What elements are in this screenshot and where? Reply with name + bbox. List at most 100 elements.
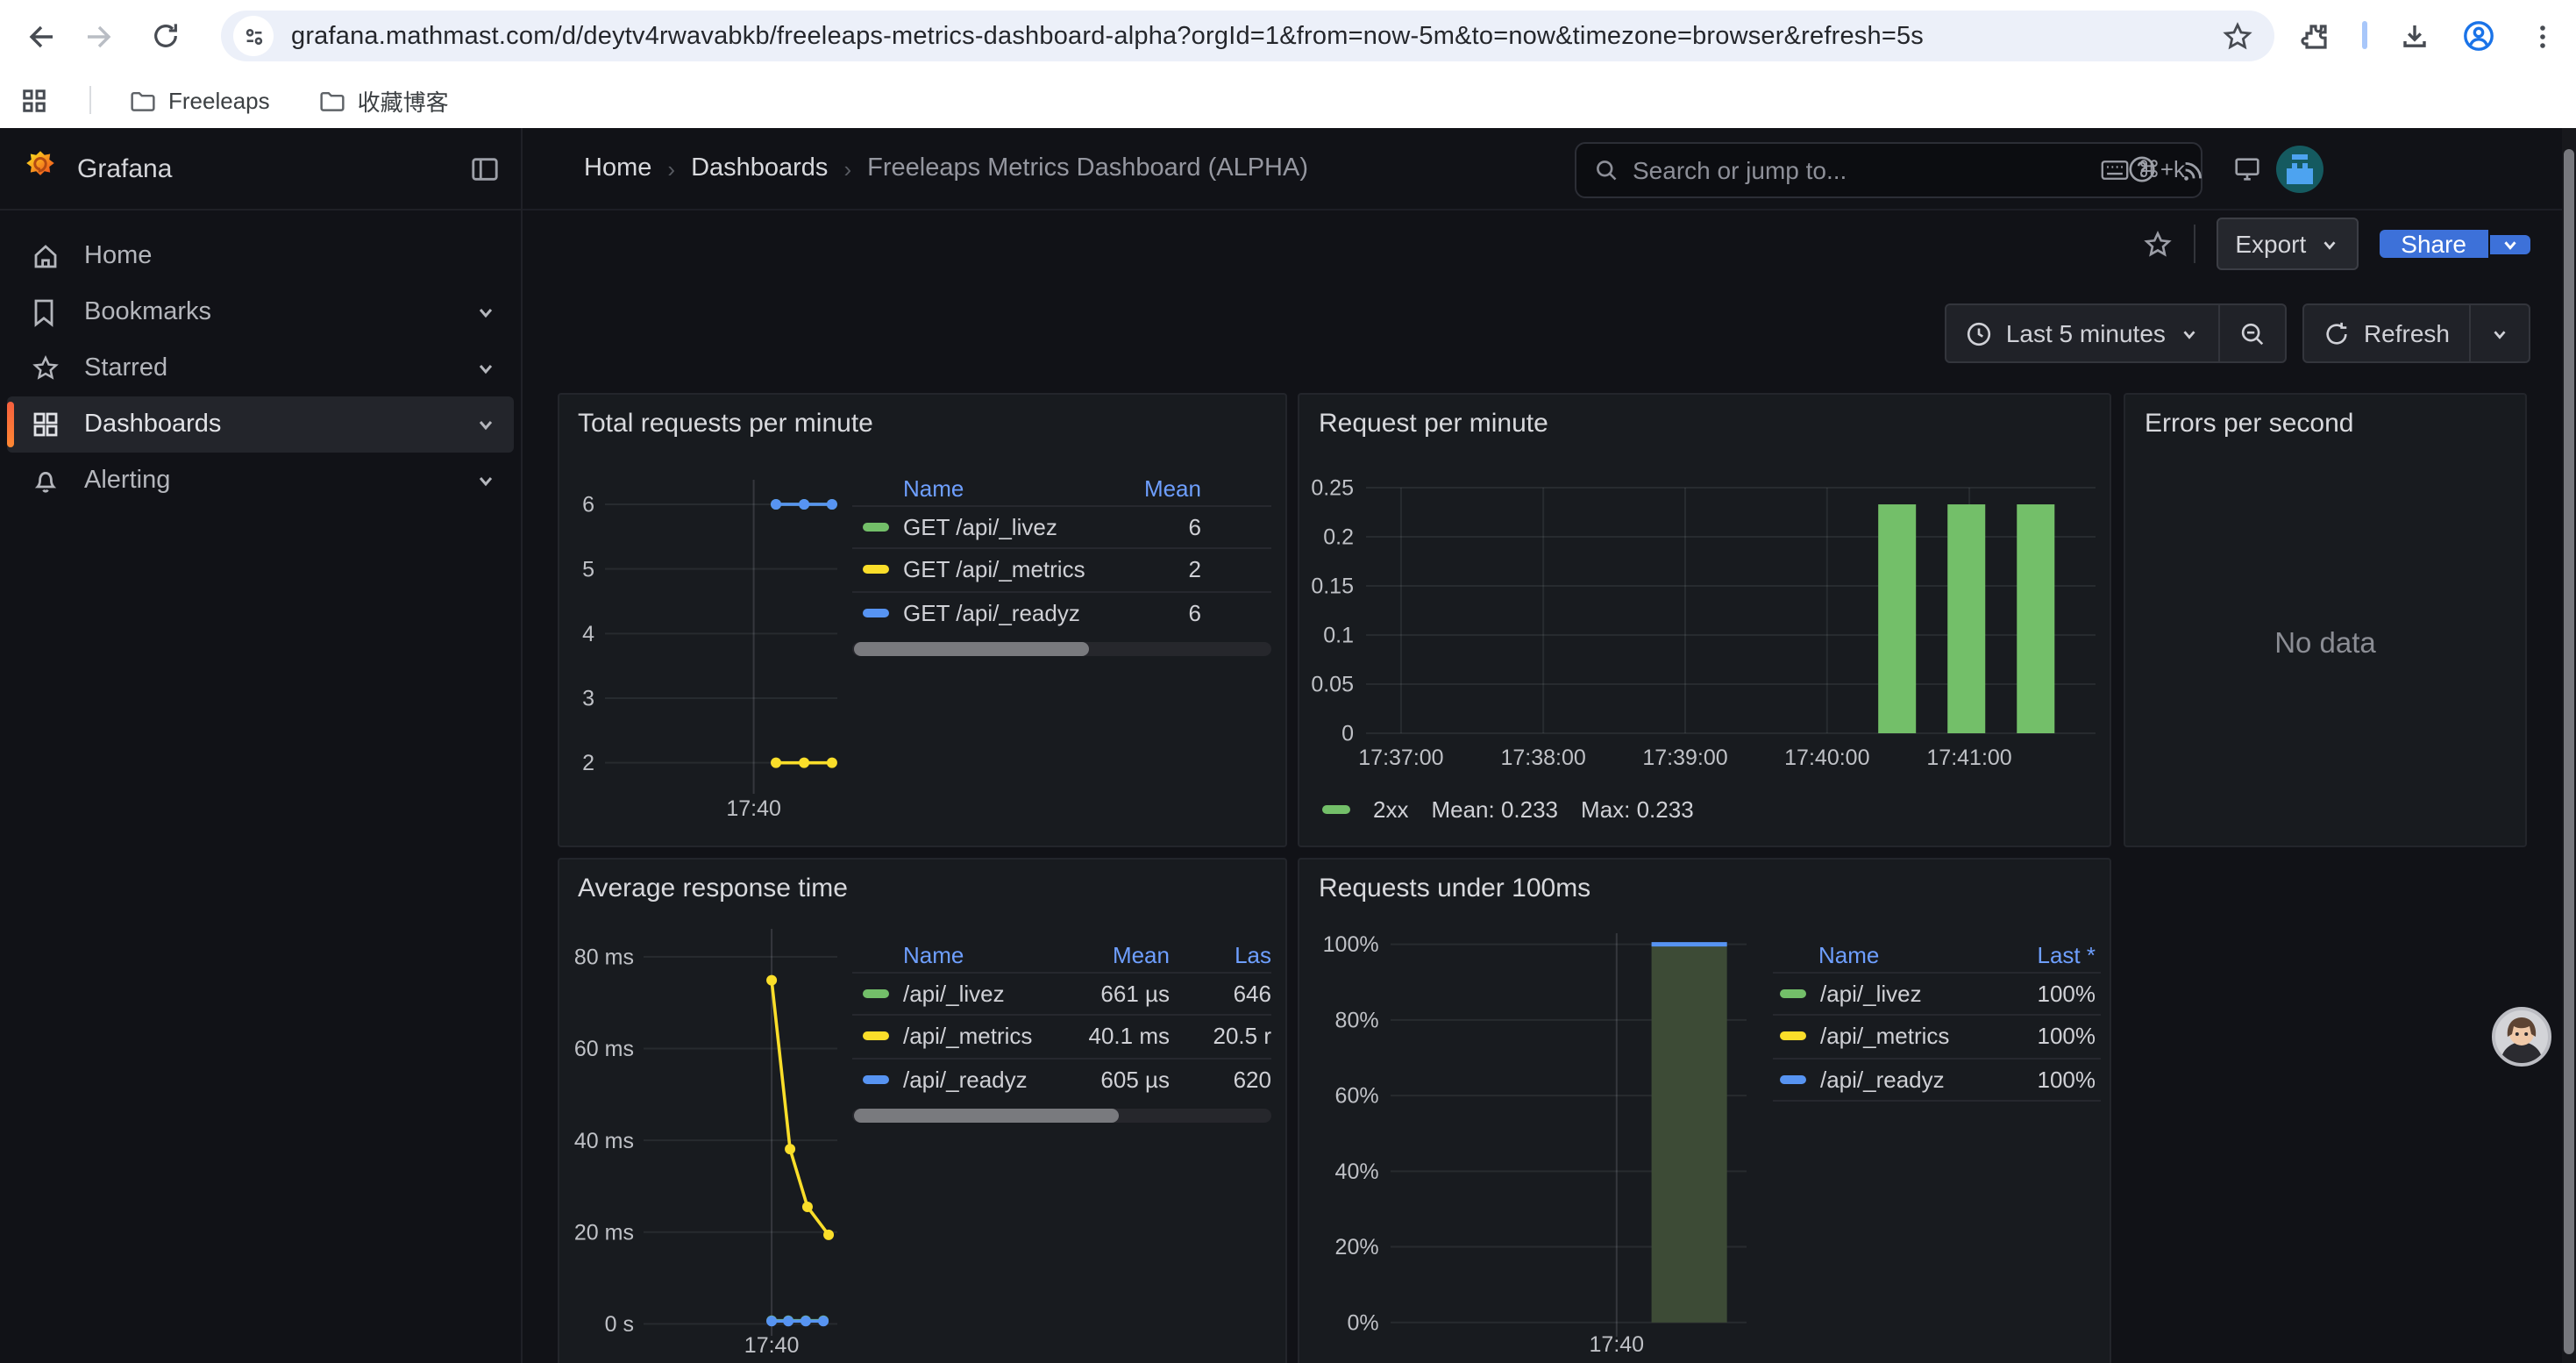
sidebar-item-dashboards[interactable]: Dashboards: [7, 396, 514, 453]
refresh-button[interactable]: Refresh: [2304, 319, 2469, 347]
app-header: Home › Dashboards › Freeleaps Metrics Da…: [523, 128, 2576, 211]
star-icon: [32, 354, 60, 382]
profile-icon[interactable]: [2453, 11, 2502, 61]
dashboards-grid-icon: [32, 410, 60, 439]
svg-text:17:38:00: 17:38:00: [1501, 745, 1586, 769]
svg-text:17:40: 17:40: [1590, 1331, 1645, 1356]
favorite-star-icon[interactable]: [2142, 229, 2172, 259]
assistant-avatar[interactable]: [2492, 1007, 2551, 1067]
time-range-picker[interactable]: Last 5 minutes: [1946, 319, 2218, 347]
svg-text:60 ms: 60 ms: [573, 1036, 633, 1060]
svg-text:4: 4: [581, 621, 594, 646]
svg-text:2: 2: [581, 750, 594, 774]
export-button[interactable]: Export: [2216, 218, 2359, 270]
clock-icon: [1966, 320, 1992, 346]
grafana-app: Grafana Home Bookmarks Starred: [0, 128, 2576, 1363]
breadcrumb-separator: ›: [843, 155, 851, 182]
svg-text:20 ms: 20 ms: [573, 1219, 633, 1244]
bookmark-label: Freeleaps: [168, 87, 270, 113]
svg-text:100%: 100%: [1323, 931, 1379, 956]
series-swatch: [1780, 989, 1806, 998]
page-scrollbar-thumb[interactable]: [2564, 149, 2574, 1354]
bookmark-folder-blogs[interactable]: 收藏博客: [319, 83, 449, 117]
refresh-interval-chevron[interactable]: [2471, 324, 2529, 343]
panel-legend: Name Last * /api/_livez 100% /api/_metri…: [1773, 938, 2101, 1102]
divider: [89, 86, 91, 114]
svg-text:17:40:00: 17:40:00: [1784, 745, 1869, 769]
monitor-icon[interactable]: [2220, 142, 2273, 195]
bookmark-icon: [32, 298, 60, 326]
time-controls: Last 5 minutes Refresh: [1945, 305, 2530, 361]
panel-request-per-minute[interactable]: Request per minute 0.250.20.150.10.05017…: [1298, 392, 2111, 846]
breadcrumb-dashboards[interactable]: Dashboards: [691, 154, 828, 182]
zoom-out-button[interactable]: [2220, 320, 2285, 346]
grafana-logo: [21, 149, 60, 188]
panel-requests-under-100ms[interactable]: Requests under 100ms 100%80%60%40%20%0%1…: [1298, 857, 2111, 1363]
chevron-down-icon[interactable]: [475, 358, 496, 379]
news-rss-icon[interactable]: [2167, 142, 2220, 195]
legend-row[interactable]: GET /api/_metrics 2: [852, 547, 1271, 590]
bookmarks-bar: Freeleaps 收藏博客: [0, 72, 2576, 130]
folder-icon: [130, 89, 156, 111]
chevron-down-icon: [2180, 324, 2199, 343]
legend-row[interactable]: GET /api/_livez 6: [852, 504, 1271, 547]
chevron-down-icon[interactable]: [475, 414, 496, 435]
apps-grid-icon[interactable]: [9, 75, 58, 125]
svg-text:17:41:00: 17:41:00: [1926, 745, 2011, 769]
sidebar-item-home[interactable]: Home: [7, 228, 514, 284]
legend-row[interactable]: /api/_metrics 40.1 ms 20.5 r: [852, 1014, 1271, 1057]
sidebar: Grafana Home Bookmarks Starred: [0, 128, 523, 1363]
panel-title[interactable]: Errors per second: [2145, 408, 2353, 438]
legend-scrollbar[interactable]: [852, 642, 1271, 656]
panel-errors-per-second[interactable]: Errors per second No data: [2124, 392, 2527, 846]
reload-icon[interactable]: [140, 11, 189, 61]
browser-menu-icon[interactable]: [2518, 11, 2567, 61]
share-button[interactable]: Share: [2380, 219, 2530, 268]
chevron-down-icon[interactable]: [475, 302, 496, 323]
url-bar[interactable]: grafana.mathmast.com/d/deytv4rwavabkb/fr…: [221, 11, 2274, 61]
back-icon[interactable]: [14, 11, 63, 61]
legend-row[interactable]: /api/_metrics 100%: [1773, 1014, 2101, 1057]
screen: grafana.mathmast.com/d/deytv4rwavabkb/fr…: [0, 0, 2576, 1363]
panel-total-requests-per-minute[interactable]: Total requests per minute 6543217:40 Nam…: [557, 392, 1286, 846]
legend-row[interactable]: GET /api/_readyz 6: [852, 590, 1271, 633]
legend-row[interactable]: /api/_livez 100%: [1773, 971, 2101, 1014]
legend-row[interactable]: /api/_readyz 100%: [1773, 1057, 2101, 1102]
svg-text:0.2: 0.2: [1323, 525, 1354, 549]
panel-average-response-time[interactable]: Average response time 80 ms60 ms40 ms20 …: [557, 857, 1287, 1363]
sidebar-item-starred[interactable]: Starred: [7, 340, 514, 396]
series-swatch: [863, 1075, 889, 1084]
browser-toolbar: grafana.mathmast.com/d/deytv4rwavabkb/fr…: [0, 0, 2576, 72]
home-icon: [32, 242, 60, 270]
site-settings-icon[interactable]: [233, 16, 274, 56]
svg-text:20%: 20%: [1335, 1234, 1379, 1259]
sidebar-item-alerting[interactable]: Alerting: [7, 453, 514, 509]
sidebar-item-bookmarks[interactable]: Bookmarks: [7, 284, 514, 340]
forward-icon[interactable]: [77, 11, 126, 61]
panel-legend[interactable]: 2xx Mean: 0.233 Max: 0.233: [1322, 796, 1694, 822]
help-icon[interactable]: [2115, 142, 2167, 195]
user-avatar[interactable]: [2273, 142, 2325, 195]
legend-scrollbar[interactable]: [852, 1109, 1271, 1123]
avatar-image: [2275, 145, 2323, 192]
svg-text:0.1: 0.1: [1323, 623, 1354, 647]
sidebar-toggle-icon[interactable]: [470, 153, 500, 183]
legend-row[interactable]: /api/_readyz 605 µs 620: [852, 1057, 1271, 1100]
search-input[interactable]: Search or jump to... ⌘+k: [1575, 142, 2202, 198]
svg-text:60%: 60%: [1335, 1083, 1379, 1108]
breadcrumb-home[interactable]: Home: [584, 154, 651, 182]
svg-text:6: 6: [581, 492, 594, 517]
panel-legend: Name Mean Las /api/_livez 661 µs 646 /ap…: [852, 938, 1271, 1123]
share-menu-chevron[interactable]: [2490, 234, 2530, 253]
bookmark-folder-freeleaps[interactable]: Freeleaps: [130, 87, 270, 113]
bookmark-star-icon[interactable]: [2222, 20, 2253, 52]
series-swatch: [863, 609, 889, 617]
bar-chart: 100%80%60%40%20%0%17:40: [1299, 859, 2113, 1363]
downloads-icon[interactable]: [2390, 11, 2439, 61]
chevron-down-icon[interactable]: [475, 470, 496, 491]
main-area: Home › Dashboards › Freeleaps Metrics Da…: [523, 128, 2576, 1363]
svg-text:0.15: 0.15: [1311, 574, 1354, 598]
legend-row[interactable]: /api/_livez 661 µs 646: [852, 971, 1271, 1014]
series-swatch: [863, 1032, 889, 1041]
extensions-icon[interactable]: [2290, 11, 2339, 61]
